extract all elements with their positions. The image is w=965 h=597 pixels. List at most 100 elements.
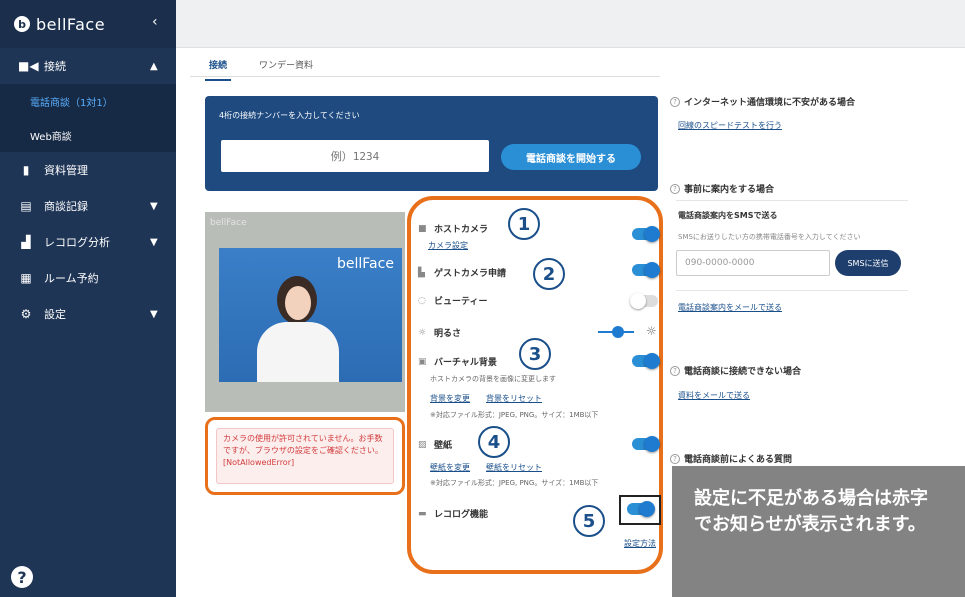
beauty-label: ビューティー [434, 297, 488, 307]
question-icon: ? [670, 183, 680, 194]
wallpaper-toggle[interactable] [632, 436, 660, 452]
beauty-icon: ◌ [418, 295, 426, 306]
chevron-up-icon: ▲ [150, 60, 158, 72]
document-icon: ▮ [22, 163, 30, 177]
sidebar-item-documents[interactable]: ▮ 資料管理 [0, 152, 176, 188]
guest-camera-row: ▙ ゲストカメラ申請 [418, 266, 506, 280]
sidebar-item-web-meeting[interactable]: Web商談 [0, 118, 176, 152]
question-icon: ? [670, 453, 680, 464]
guest-camera-icon: ▙ [418, 267, 425, 278]
connect-number-label: 4桁の接続ナンバーを入力してください [219, 111, 360, 120]
faq-heading-text: 電話商談前によくある質問 [684, 455, 793, 465]
brightness-row: ☼ 明るさ [418, 326, 462, 340]
settings-icon: ⚙ [20, 307, 32, 321]
speedtest-link[interactable]: 回線のスピードテストを行う [678, 120, 782, 131]
tab-oneday-docs[interactable]: ワンデー資料 [255, 56, 317, 81]
virtual-bg-row: ▣ バーチャル背景 [418, 355, 497, 369]
wallpaper-label: 壁紙 [434, 441, 453, 451]
sidebar-item-room-booking[interactable]: ▦ ルーム予約 [0, 260, 176, 296]
sidebar-item-label: 商談記録 [44, 200, 88, 213]
sidebar-item-settings[interactable]: ⚙ 設定 ▼ [0, 296, 176, 332]
faq-heading: ? 電話商談前によくある質問 [670, 452, 792, 465]
brightness-slider[interactable] [596, 326, 644, 338]
step-number-2: 2 [533, 258, 565, 290]
net-help-heading: ? インターネット通信環境に不安がある場合 [670, 95, 855, 108]
divider [676, 290, 908, 291]
sidebar-item-connect[interactable]: ■◀ 接続 ▲ [0, 48, 176, 84]
setup-method-link[interactable]: 設定方法 [624, 538, 656, 549]
sidebar-item-label: 接続 [44, 60, 66, 73]
sidebar-item-label: 資料管理 [44, 164, 88, 177]
connect-number-input[interactable] [221, 140, 489, 172]
camera-background-logo: bellFace [210, 218, 247, 228]
step-number-3: 3 [519, 338, 551, 370]
connect-panel: 4桁の接続ナンバーを入力してください 電話商談を開始する [205, 96, 658, 191]
wallpaper-row: ▨ 壁紙 [418, 438, 453, 452]
recolog-icon: ▬ [418, 508, 427, 519]
doc-mail-link[interactable]: 資料をメールで送る [678, 390, 750, 401]
camera-preview: bellFace [219, 248, 402, 382]
mail-guide-link[interactable]: 電話商談案内をメールで送る [678, 302, 782, 313]
person-body [257, 322, 339, 382]
send-sms-button[interactable]: SMSに送信 [835, 250, 901, 276]
sidebar-item-label: 設定 [44, 308, 66, 321]
cant-connect-heading-text: 電話商談に接続できない場合 [684, 367, 802, 377]
help-icon[interactable]: ? [11, 566, 33, 588]
bg-file-note: ※対応ファイル形式：JPEG, PNG。サイズ：1MB以下 [430, 411, 599, 419]
recolog-toggle[interactable] [627, 501, 655, 517]
sms-note: SMSにお送りしたい方の携帯電話番号を入力してください [678, 233, 861, 241]
change-bg-link[interactable]: 背景を変更 [430, 393, 470, 404]
brand-name: bellFace [36, 14, 106, 34]
brand-bar: b bellFace ‹ [0, 0, 176, 48]
wallpaper-icon: ▨ [418, 439, 427, 450]
step-number-1: 1 [508, 208, 540, 240]
virtual-bg-toggle[interactable] [632, 353, 660, 369]
chevron-down-icon: ▼ [150, 308, 158, 320]
brightness-slider-knob[interactable] [612, 326, 624, 338]
tab-connect[interactable]: 接続 [205, 56, 232, 81]
step-number-4: 4 [478, 426, 510, 458]
host-camera-label: ホストカメラ [434, 225, 489, 235]
host-camera-toggle[interactable] [632, 226, 660, 242]
sidebar-item-recolog-analysis[interactable]: ▟ レコログ分析 ▼ [0, 224, 176, 260]
logo-icon: b [14, 16, 30, 32]
start-phone-meeting-button[interactable]: 電話商談を開始する [501, 144, 641, 170]
reset-wallpaper-link[interactable]: 壁紙をリセット [486, 462, 542, 473]
tab-bar: 接続 ワンデー資料 [205, 56, 317, 81]
camera-error-message: カメラの使用が許可されていません。お手数ですが、ブラウザの設定をご確認ください。… [216, 428, 394, 484]
collapse-sidebar-icon[interactable]: ‹ [152, 14, 158, 30]
pre-guide-heading-text: 事前に案内をする場合 [684, 185, 775, 195]
info-callout: 設定に不足がある場合は赤字でお知らせが表示されます。 [672, 466, 965, 597]
beauty-toggle[interactable] [630, 293, 658, 309]
record-icon: ▤ [20, 199, 32, 213]
top-bar [176, 0, 965, 48]
change-wallpaper-link[interactable]: 壁紙を変更 [430, 462, 470, 473]
guest-camera-toggle[interactable] [632, 262, 660, 278]
sun-icon: ☼ [646, 324, 657, 338]
phone-number-input[interactable]: 090-0000-0000 [676, 250, 830, 276]
reset-bg-link[interactable]: 背景をリセット [486, 393, 542, 404]
tab-divider [190, 76, 660, 77]
sidebar-item-label: レコログ分析 [44, 236, 110, 249]
error-highlight: カメラの使用が許可されていません。お手数ですが、ブラウザの設定をご確認ください。… [205, 417, 405, 495]
person-face [285, 286, 311, 320]
camera-settings-link[interactable]: カメラ設定 [428, 240, 468, 251]
recolog-row: ▬ レコログ機能 [418, 507, 488, 521]
cant-connect-heading: ? 電話商談に接続できない場合 [670, 364, 801, 377]
image-icon: ▣ [418, 356, 427, 367]
brightness-label: 明るさ [434, 329, 462, 339]
camera-brand-logo: bellFace [337, 256, 394, 272]
pre-guide-heading: ? 事前に案内をする場合 [670, 182, 774, 195]
sidebar-item-records[interactable]: ▤ 商談記録 ▼ [0, 188, 176, 224]
sidebar-item-label: ルーム予約 [44, 272, 99, 285]
host-camera-row: ■ ホストカメラ [418, 222, 489, 236]
step-number-5: 5 [573, 505, 605, 537]
net-help-heading-text: インターネット通信環境に不安がある場合 [684, 98, 856, 108]
question-icon: ? [670, 365, 680, 376]
wallpaper-file-note: ※対応ファイル形式：JPEG, PNG。サイズ：1MB以下 [430, 479, 599, 487]
chevron-down-icon: ▼ [150, 236, 158, 248]
sidebar-item-phone-meeting[interactable]: 電話商談（1対1） [0, 84, 176, 118]
analytics-icon: ▟ [21, 235, 31, 249]
sidebar: b bellFace ‹ ■◀ 接続 ▲ 電話商談（1対1） Web商談 ▮ 資… [0, 0, 176, 597]
question-icon: ? [670, 96, 680, 107]
